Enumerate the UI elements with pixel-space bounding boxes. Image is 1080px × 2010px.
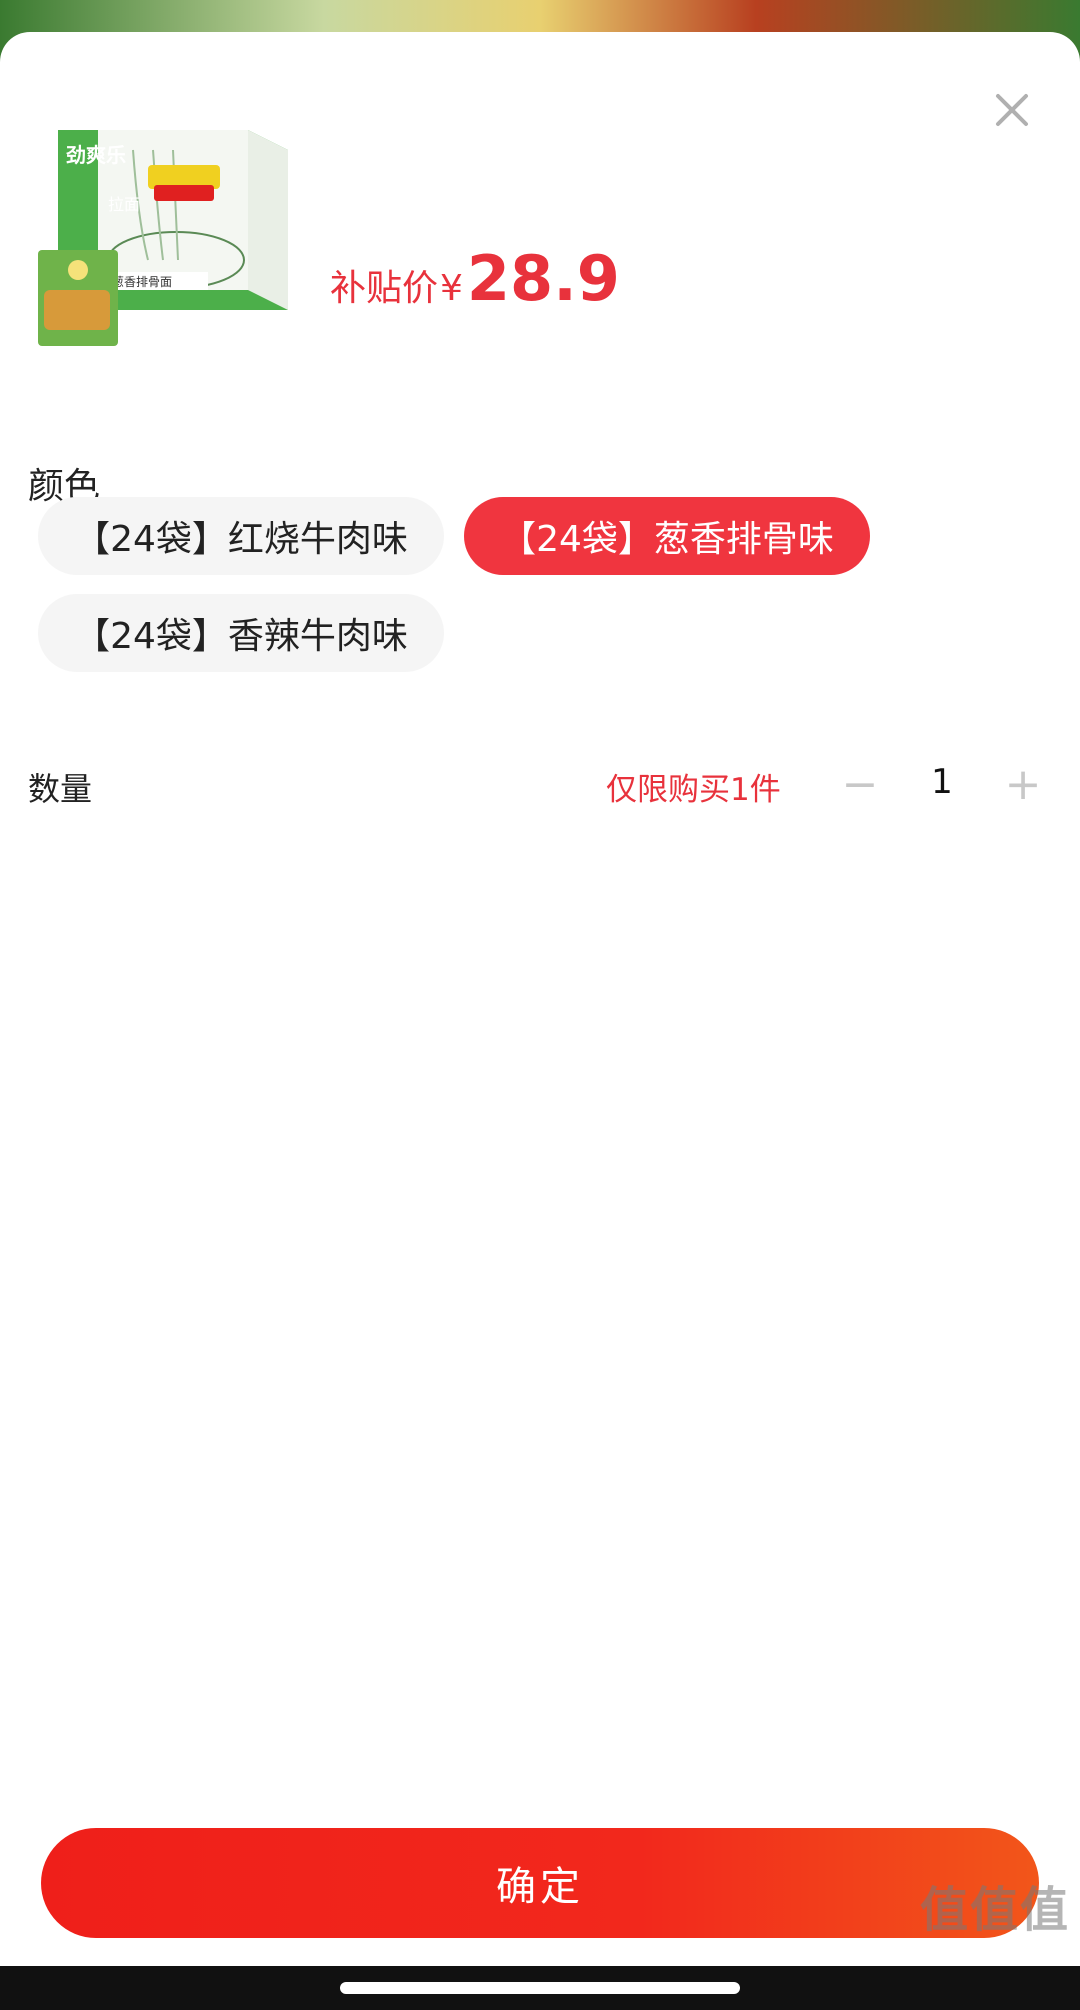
home-indicator[interactable] bbox=[340, 1982, 740, 1994]
sku-selection-sheet: 劲爽乐 拉面 葱香排骨面 补贴价 ¥ 28.9 颜色 【24袋】红烧牛肉味 【2… bbox=[0, 32, 1080, 2010]
price-currency: ¥ bbox=[440, 268, 463, 309]
watermark-url: zhizhizhi.com bbox=[927, 1940, 1063, 1964]
product-image[interactable]: 劲爽乐 拉面 葱香排骨面 bbox=[38, 90, 296, 346]
quantity-label: 数量 bbox=[28, 770, 93, 808]
quantity-plus-button[interactable]: + bbox=[995, 754, 1051, 814]
plus-icon: + bbox=[1004, 758, 1042, 810]
variant-option-braised-beef[interactable]: 【24袋】红烧牛肉味 bbox=[38, 497, 444, 575]
close-button[interactable] bbox=[984, 82, 1040, 138]
variant-option-spicy-beef[interactable]: 【24袋】香辣牛肉味 bbox=[38, 594, 444, 672]
home-indicator-area bbox=[0, 1966, 1080, 2010]
price-value: 28.9 bbox=[466, 242, 620, 315]
confirm-button[interactable]: 确定 bbox=[41, 1828, 1039, 1938]
price-label: 补贴价 bbox=[330, 268, 439, 309]
variant-option-scallion-rib[interactable]: 【24袋】葱香排骨味 bbox=[464, 497, 870, 575]
product-image-flavor-text: 葱香排骨面 bbox=[112, 275, 172, 289]
minus-icon: − bbox=[841, 758, 879, 810]
quantity-value[interactable]: 1 bbox=[912, 762, 972, 802]
price-block: 补贴价 ¥ 28.9 bbox=[330, 242, 620, 315]
quantity-minus-button[interactable]: − bbox=[832, 754, 888, 814]
product-image-brand-text: 劲爽乐 bbox=[66, 143, 126, 167]
close-icon bbox=[996, 94, 1028, 126]
watermark-logo: 值值值 bbox=[919, 1882, 1070, 1938]
watermark: 值值值 zhizhizhi.com bbox=[920, 1870, 1070, 1964]
product-image-type-text: 拉面 bbox=[108, 195, 140, 214]
purchase-limit-text: 仅限购买1件 bbox=[606, 772, 781, 808]
